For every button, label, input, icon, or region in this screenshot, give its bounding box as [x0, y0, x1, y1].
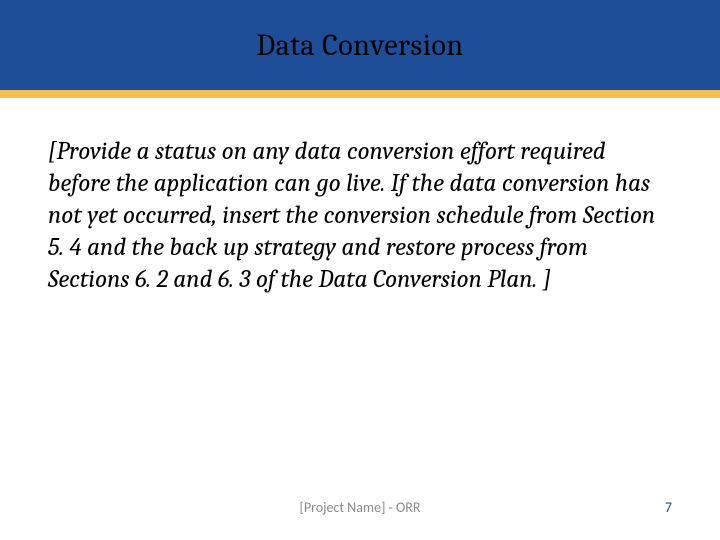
accent-bar: [0, 90, 720, 98]
slide-header-band: Data Conversion: [0, 0, 720, 90]
page-number: 7: [652, 499, 672, 516]
slide-footer: [Project Name] - ORR 7: [0, 499, 720, 516]
slide-body: [Provide a status on any data conversion…: [0, 98, 720, 296]
footer-project-label: [Project Name] - ORR: [68, 499, 652, 516]
body-paragraph: [Provide a status on any data conversion…: [48, 136, 672, 296]
slide-title: Data Conversion: [256, 28, 463, 63]
